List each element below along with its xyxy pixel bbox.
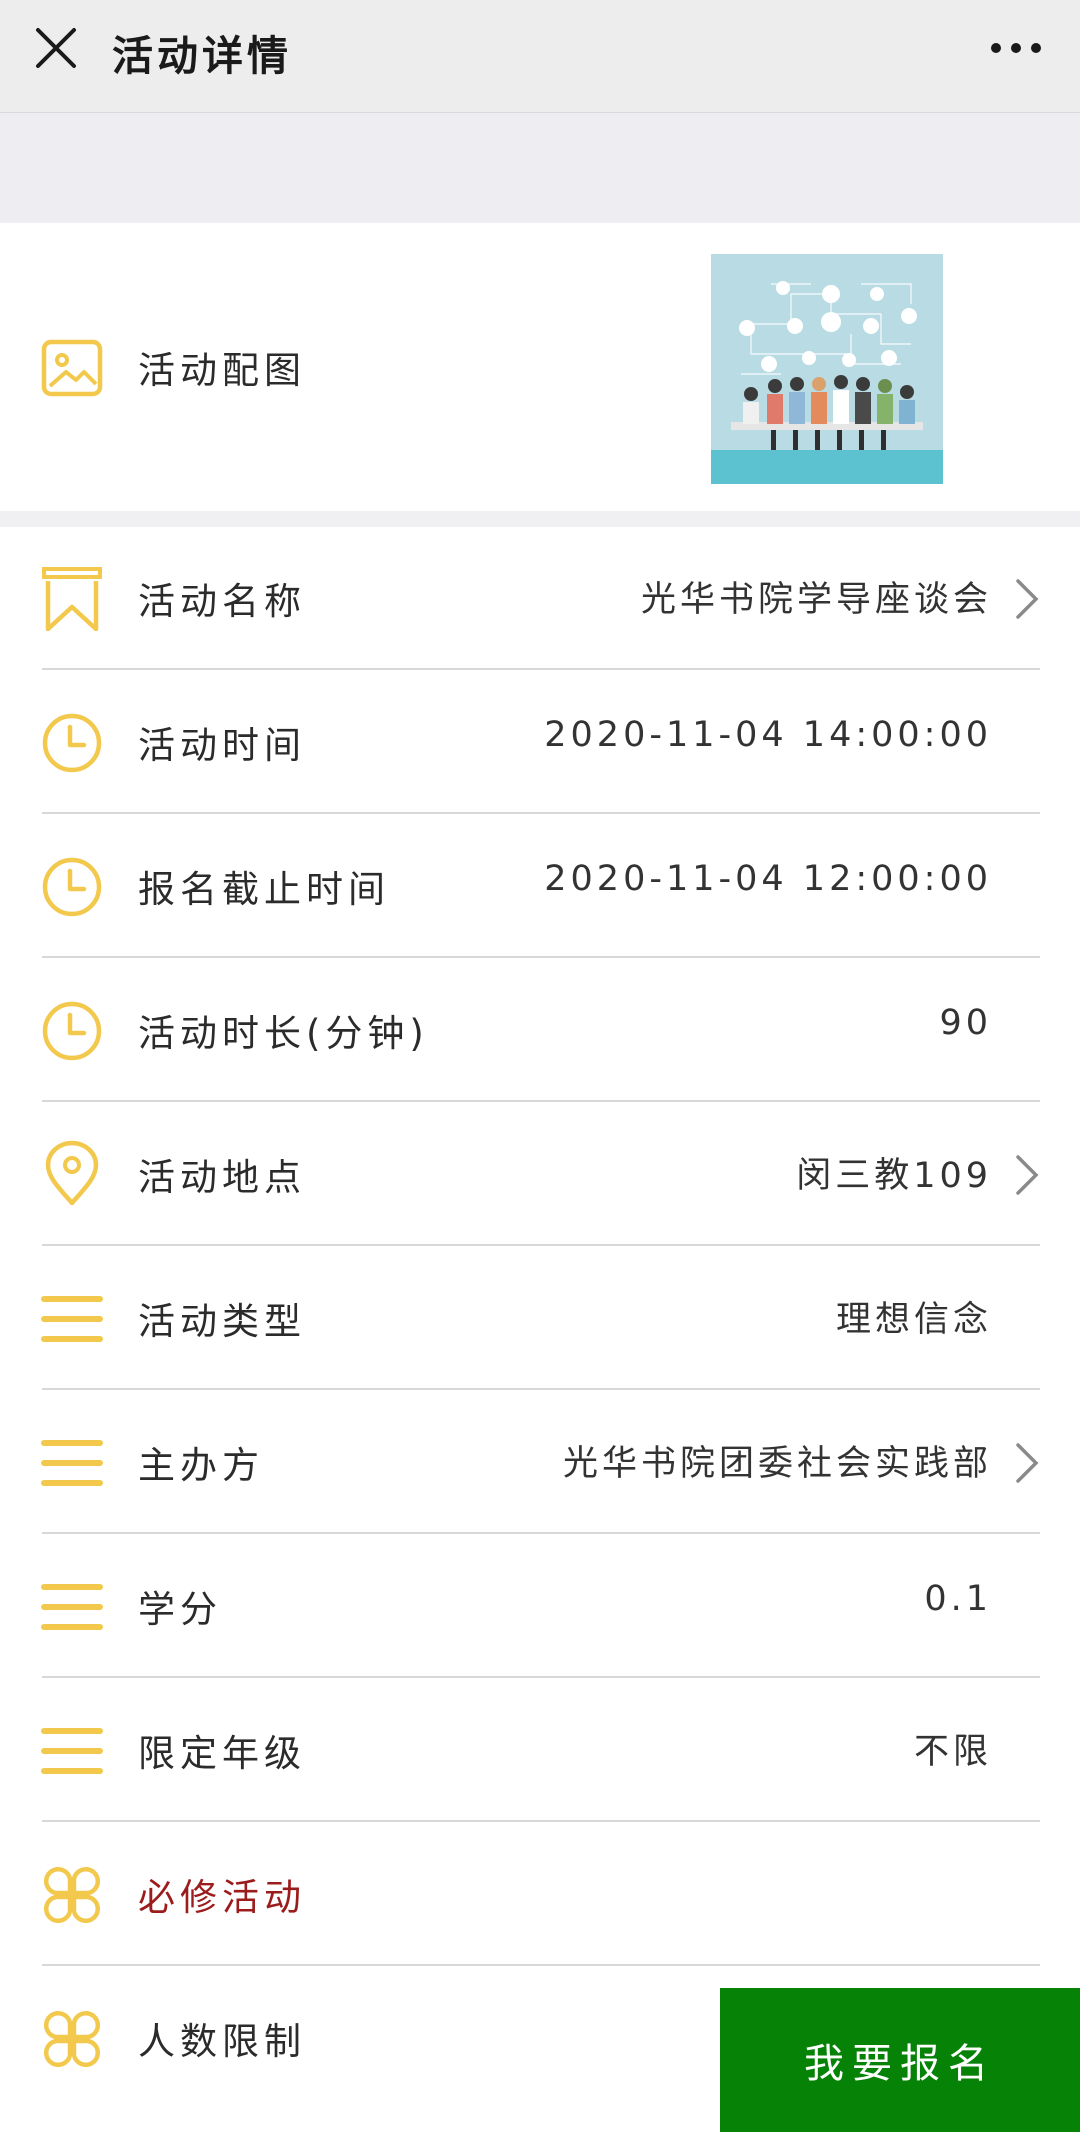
detail-row-grade: 限定年级 不限 <box>0 1679 1080 1822</box>
image-icon <box>41 339 103 397</box>
detail-value: 光华书院团委社会实践部 <box>562 1444 992 1484</box>
chevron-right-icon <box>1016 579 1039 619</box>
detail-row-organizer[interactable]: 主办方 光华书院团委社会实践部 <box>0 1391 1080 1534</box>
menu-lines-icon <box>41 1440 103 1486</box>
detail-label: 活动类型 <box>138 1300 306 1343</box>
nav-bar <box>0 113 1080 306</box>
page-title: 活动详情 <box>112 32 292 80</box>
divider <box>42 1532 1040 1534</box>
location-pin-icon <box>45 1140 99 1206</box>
top-bar: 活动详情 <box>0 0 1080 113</box>
detail-value: 2020-11-04 14:00:00 <box>544 715 992 755</box>
detail-label: 人数限制 <box>138 2020 306 2063</box>
menu-lines-icon <box>41 1728 103 1774</box>
details-list: 活动名称 光华书院学导座谈会 活动时间 2020-11-04 14:00:00 … <box>0 527 1080 2132</box>
detail-value: 0.1 <box>924 1579 992 1619</box>
activity-image[interactable] <box>711 254 943 484</box>
detail-label: 活动名称 <box>138 580 306 623</box>
detail-value: 闵三教109 <box>796 1156 992 1196</box>
detail-label: 限定年级 <box>138 1732 306 1775</box>
signup-button[interactable]: 我要报名 <box>720 1988 1080 2132</box>
detail-row-duration: 活动时长(分钟) 90 <box>0 959 1080 1102</box>
clock-icon <box>42 1001 102 1061</box>
divider <box>42 1100 1040 1102</box>
detail-row-location[interactable]: 活动地点 闵三教109 <box>0 1103 1080 1246</box>
detail-label: 活动时长(分钟) <box>138 1012 429 1055</box>
grid-circles-icon <box>43 2010 101 2068</box>
divider <box>42 1676 1040 1678</box>
menu-lines-icon <box>41 1584 103 1630</box>
detail-label: 必修活动 <box>138 1876 306 1919</box>
chevron-right-icon <box>1016 1443 1039 1483</box>
detail-row-credit: 学分 0.1 <box>0 1535 1080 1678</box>
divider <box>42 1964 1040 1966</box>
divider <box>42 668 1040 670</box>
grid-circles-icon <box>43 1866 101 1924</box>
divider <box>42 956 1040 958</box>
detail-row-type: 活动类型 理想信念 <box>0 1247 1080 1390</box>
section-gap <box>0 511 1080 527</box>
close-icon[interactable] <box>34 26 78 70</box>
clock-icon <box>42 713 102 773</box>
divider <box>42 1820 1040 1822</box>
detail-label: 报名截止时间 <box>138 868 390 911</box>
detail-value: 理想信念 <box>835 1300 992 1340</box>
detail-row-required: 必修活动 <box>0 1823 1080 1966</box>
detail-label: 活动时间 <box>138 724 306 767</box>
more-dots-icon[interactable] <box>988 36 1044 60</box>
detail-row-time: 活动时间 2020-11-04 14:00:00 <box>0 671 1080 814</box>
divider <box>42 812 1040 814</box>
divider <box>42 1388 1040 1390</box>
detail-label: 活动地点 <box>138 1156 306 1199</box>
image-row-label: 活动配图 <box>138 349 306 392</box>
detail-row-deadline: 报名截止时间 2020-11-04 12:00:00 <box>0 815 1080 958</box>
detail-value: 2020-11-04 12:00:00 <box>544 859 992 899</box>
menu-lines-icon <box>41 1296 103 1342</box>
chevron-right-icon <box>1016 1155 1039 1195</box>
bookmark-icon <box>42 567 102 631</box>
detail-value: 不限 <box>913 1732 992 1772</box>
detail-value: 90 <box>939 1003 992 1043</box>
detail-value: 光华书院学导座谈会 <box>640 580 992 620</box>
divider <box>42 1244 1040 1246</box>
detail-row-name[interactable]: 活动名称 光华书院学导座谈会 <box>0 527 1080 670</box>
detail-label: 学分 <box>138 1588 222 1631</box>
detail-label: 主办方 <box>138 1444 264 1487</box>
clock-icon <box>42 857 102 917</box>
